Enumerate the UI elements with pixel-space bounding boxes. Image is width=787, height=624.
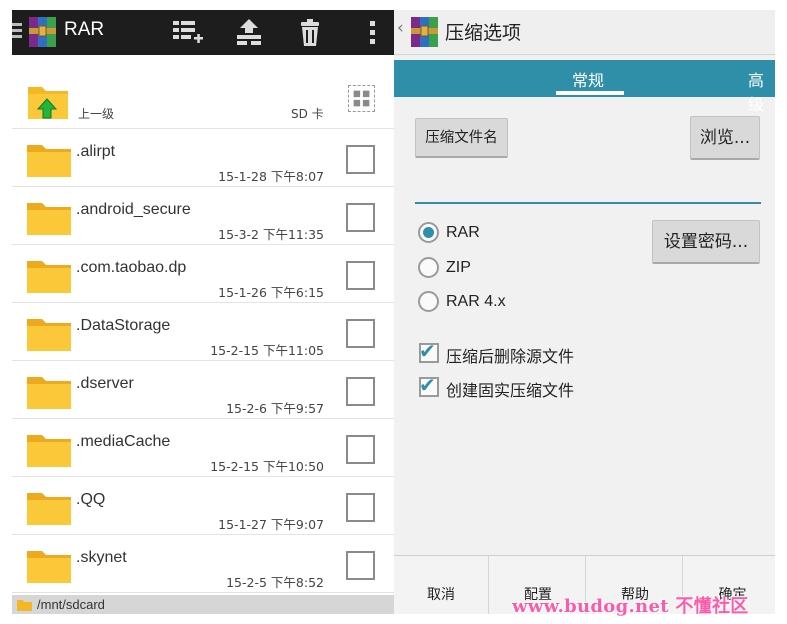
parent-folder-label: 上一级 [78, 107, 115, 121]
cancel-button[interactable]: 取消 [394, 556, 489, 614]
folder-icon [27, 261, 71, 293]
list-add-icon[interactable] [170, 16, 204, 50]
format-radio-rar[interactable] [418, 222, 439, 243]
folder-icon [27, 551, 71, 583]
file-name: .android_secure [76, 201, 191, 218]
file-row[interactable]: .dserver 15-2-6 下午9:57 [12, 361, 394, 419]
archive-name-input[interactable] [415, 176, 761, 204]
archive-name-button[interactable]: 压缩文件名 [415, 118, 508, 158]
folder-icon [27, 319, 71, 351]
current-path: /mnt/sdcard [37, 597, 105, 612]
file-row[interactable]: .com.taobao.dp 15-1-26 下午6:15 [12, 245, 394, 303]
file-date: 15-3-2 下午11:35 [218, 227, 324, 242]
select-checkbox[interactable] [346, 493, 375, 522]
format-radio-zip[interactable] [418, 257, 439, 278]
file-date: 15-2-6 下午9:57 [226, 401, 324, 416]
file-row[interactable]: .mediaCache 15-2-15 下午10:50 [12, 419, 394, 477]
file-name: .dserver [76, 375, 134, 392]
tab-general[interactable]: 常规 [572, 67, 604, 91]
checkmark-icon: ✔ [419, 339, 436, 363]
select-checkbox[interactable] [346, 319, 375, 348]
file-name: .QQ [76, 491, 106, 508]
file-row[interactable]: .QQ 15-1-27 下午9:07 [12, 477, 394, 535]
file-name: .DataStorage [76, 317, 171, 334]
file-date: 15-2-5 下午8:52 [226, 575, 324, 590]
file-date: 15-2-15 下午11:05 [210, 343, 324, 358]
extract-icon[interactable] [232, 16, 266, 50]
watermark: www.budog.net 不懂社区 [512, 596, 749, 617]
solid-archive-checkbox[interactable]: ✔ [419, 373, 439, 397]
folder-icon [27, 203, 71, 235]
select-checkbox[interactable] [346, 261, 375, 290]
file-list: 上一级 SD 卡 .alirpt 15-1-28 下午8:07 .android… [12, 55, 394, 593]
tab-advanced[interactable]: 高级 [748, 67, 775, 115]
select-checkbox[interactable] [346, 203, 375, 232]
format-label-zip: ZIP [446, 259, 471, 276]
rar-app-icon [411, 17, 438, 47]
dialog-title: 压缩选项 [445, 22, 522, 44]
file-row[interactable]: .skynet 15-2-5 下午8:52 [12, 535, 394, 593]
path-bar: /mnt/sdcard [12, 595, 394, 614]
app-toolbar: RAR [12, 10, 394, 55]
delete-icon[interactable] [293, 16, 327, 50]
set-password-button[interactable]: 设置密码... [652, 220, 760, 264]
file-row[interactable]: .alirpt 15-1-28 下午8:07 [12, 129, 394, 187]
format-label-rar4: RAR 4.x [446, 293, 506, 310]
back-chevron-icon[interactable]: ‹ [397, 18, 404, 38]
format-label-rar: RAR [446, 224, 480, 241]
tab-bar: 常规 高级 [394, 60, 775, 114]
solid-archive-label: 创建固实压缩文件 [446, 381, 575, 400]
grid-view-icon[interactable] [348, 85, 375, 112]
file-name: .mediaCache [76, 433, 171, 450]
folder-icon [27, 145, 71, 177]
file-row[interactable]: .android_secure 15-3-2 下午11:35 [12, 187, 394, 245]
file-date: 15-1-27 下午9:07 [218, 517, 324, 532]
file-name: .alirpt [76, 143, 116, 160]
select-checkbox[interactable] [346, 435, 375, 464]
select-checkbox[interactable] [346, 551, 375, 580]
sd-card-label: SD 卡 [291, 107, 324, 121]
file-name: .com.taobao.dp [76, 259, 187, 276]
file-row[interactable]: .DataStorage 15-2-15 下午11:05 [12, 303, 394, 361]
rar-app-icon [29, 17, 56, 47]
file-date: 15-1-28 下午8:07 [218, 169, 324, 184]
file-date: 15-2-15 下午10:50 [210, 459, 324, 474]
delete-after-checkbox[interactable]: ✔ [419, 339, 439, 363]
browse-button[interactable]: 浏览... [690, 116, 760, 160]
select-checkbox[interactable] [346, 377, 375, 406]
overflow-menu-icon[interactable] [356, 16, 390, 50]
options-title-bar: ‹ 压缩选项 [394, 10, 775, 55]
active-tab-indicator [556, 91, 624, 95]
file-name: .skynet [76, 549, 127, 566]
select-checkbox[interactable] [346, 145, 375, 174]
parent-folder-icon [28, 87, 68, 119]
folder-icon [27, 435, 71, 467]
file-browser-pane: RAR 上一级 SD 卡 .alirpt 15-1-28 下午8:07 .and… [12, 10, 394, 614]
compress-options-pane: ‹ 压缩选项 常规 高级 压缩文件名 浏览... RAR ZIP RAR 4.x… [394, 10, 775, 614]
drawer-menu-icon[interactable] [12, 23, 22, 41]
checkmark-icon: ✔ [419, 373, 436, 397]
format-radio-rar4[interactable] [418, 291, 439, 312]
folder-icon [17, 600, 32, 611]
app-title: RAR [64, 19, 105, 40]
folder-icon [27, 493, 71, 525]
file-date: 15-1-26 下午6:15 [218, 285, 324, 300]
folder-icon [27, 377, 71, 409]
parent-folder-row[interactable]: 上一级 SD 卡 [12, 55, 394, 129]
delete-after-label: 压缩后删除源文件 [446, 347, 575, 366]
